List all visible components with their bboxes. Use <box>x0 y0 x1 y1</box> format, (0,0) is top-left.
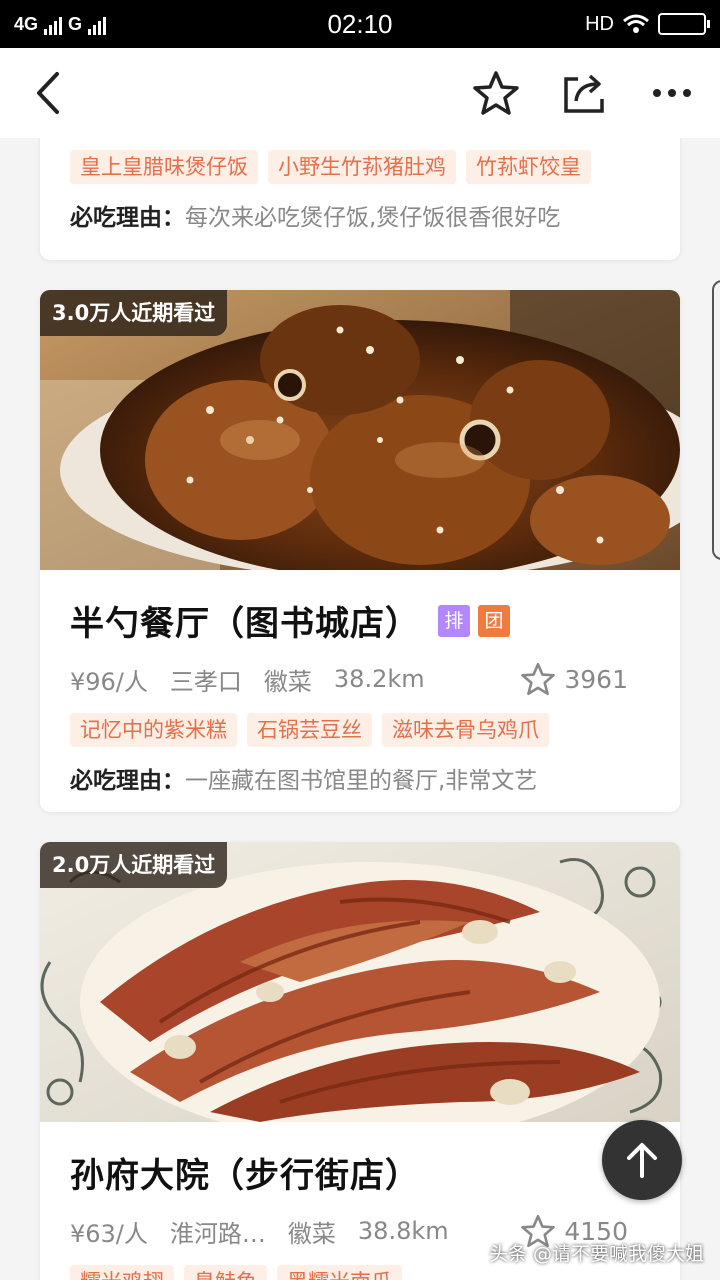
favorite-button[interactable] <box>470 67 522 119</box>
dish-tags: 皇上皇腊味煲仔饭 小野生竹荪猪肚鸡 竹荪虾饺皇 <box>70 150 650 184</box>
dish-tags: 糯米鸡翅 臭鲑鱼 黑糯米南瓜 <box>70 1265 650 1280</box>
arrow-up-icon <box>627 1143 657 1178</box>
reason-label: 必吃理由： <box>70 205 185 231</box>
battery-icon <box>658 13 710 35</box>
restaurant-meta: ¥96/人 三孝口 徽菜 38.2km 3961 <box>70 659 650 699</box>
restaurant-card[interactable]: 2.0万人近期看过 孙府大院（步行街店） ¥63/人 淮河路… 徽菜 38.8k… <box>40 842 680 1280</box>
dish-tags: 记忆中的紫米糕 石锅芸豆丝 滋味去骨乌鸡爪 <box>70 713 650 747</box>
restaurant-photo[interactable]: 3.0万人近期看过 <box>40 290 680 570</box>
cuisine: 徽菜 <box>287 1219 336 1248</box>
back-button[interactable] <box>22 67 74 119</box>
status-bar: 4G G 02:10 HD <box>0 0 720 48</box>
dish-tag[interactable]: 竹荪虾饺皇 <box>466 150 591 184</box>
price-per-person: ¥96/人 <box>70 667 148 696</box>
must-eat-reason: 必吃理由：每次来必吃煲仔饭,煲仔饭很香很好吃 <box>70 198 650 232</box>
restaurant-card[interactable]: 皇上皇腊味煲仔饭 小野生竹荪猪肚鸡 竹荪虾饺皇 必吃理由：每次来必吃煲仔饭,煲仔… <box>40 138 680 260</box>
watermark: 头条 @请不要喊我傻大姐 <box>488 1243 704 1265</box>
recent-views-badge: 2.0万人近期看过 <box>40 842 228 888</box>
favorite-number: 3961 <box>564 664 628 694</box>
group-deal-badge: 团 <box>478 604 510 637</box>
dish-tag[interactable]: 糯米鸡翅 <box>70 1265 174 1280</box>
edge-handle[interactable] <box>712 280 720 560</box>
queue-badge: 排 <box>438 604 470 637</box>
share-button[interactable] <box>558 67 610 119</box>
network-type: 4G <box>14 13 39 34</box>
scroll-to-top-button[interactable] <box>602 1120 682 1200</box>
recent-views-badge: 3.0万人近期看过 <box>40 290 228 336</box>
dish-tag[interactable]: 记忆中的紫米糕 <box>70 713 237 747</box>
dish-tag[interactable]: 黑糯米南瓜 <box>277 1265 402 1280</box>
restaurant-title[interactable]: 孙府大院（步行街店） <box>70 1148 420 1197</box>
distance: 38.2km <box>333 665 425 693</box>
restaurant-list[interactable]: 皇上皇腊味煲仔饭 小野生竹荪猪肚鸡 竹荪虾饺皇 必吃理由：每次来必吃煲仔饭,煲仔… <box>0 138 720 1280</box>
network-type-secondary: G <box>68 13 83 34</box>
signal-bars-icon-secondary <box>88 15 107 35</box>
star-outline-icon <box>521 662 556 696</box>
more-icon <box>653 89 691 97</box>
dish-tag[interactable]: 小野生竹荪猪肚鸡 <box>268 150 456 184</box>
favorite-count[interactable]: 3961 <box>520 662 650 696</box>
reason-text: 一座藏在图书馆里的餐厅,非常文艺 <box>185 768 538 794</box>
signal-group: 4G G <box>14 13 107 35</box>
dish-tag[interactable]: 皇上皇腊味煲仔饭 <box>70 150 258 184</box>
price-per-person: ¥63/人 <box>70 1219 148 1248</box>
more-button[interactable] <box>646 67 698 119</box>
reason-label: 必吃理由： <box>70 768 185 794</box>
signal-bars-icon <box>44 15 63 35</box>
area: 淮河路… <box>169 1219 266 1248</box>
restaurant-photo[interactable]: 2.0万人近期看过 <box>40 842 680 1122</box>
back-arrow-icon <box>37 72 59 114</box>
restaurant-card[interactable]: 3.0万人近期看过 半勺餐厅（图书城店） 排 团 ¥96/人 三孝口 徽菜 38… <box>40 290 680 812</box>
dish-tag[interactable]: 臭鲑鱼 <box>184 1265 267 1280</box>
dish-tag[interactable]: 滋味去骨乌鸡爪 <box>382 713 549 747</box>
top-nav-bar <box>0 48 720 138</box>
dish-tag[interactable]: 石锅芸豆丝 <box>247 713 372 747</box>
cuisine: 徽菜 <box>263 667 312 696</box>
restaurant-title[interactable]: 半勺餐厅（图书城店） <box>70 596 420 645</box>
star-icon <box>473 71 519 115</box>
distance: 38.8km <box>357 1217 449 1245</box>
must-eat-reason: 必吃理由：一座藏在图书馆里的餐厅,非常文艺 <box>70 761 650 795</box>
area: 三孝口 <box>169 667 242 696</box>
wifi-icon <box>623 14 649 33</box>
share-icon <box>564 74 604 113</box>
hd-indicator: HD <box>585 12 614 35</box>
reason-text: 每次来必吃煲仔饭,煲仔饭很香很好吃 <box>185 205 561 231</box>
